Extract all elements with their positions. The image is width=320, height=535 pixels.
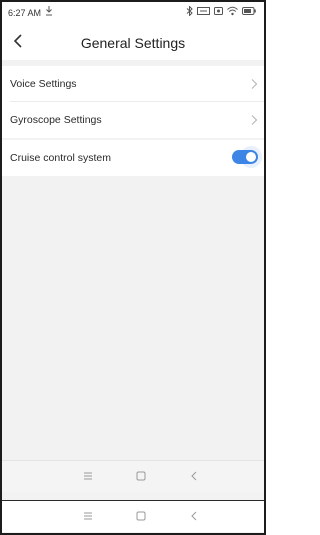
page-title: General Settings — [80, 35, 186, 51]
home-icon[interactable] — [135, 470, 147, 482]
status-bar: 6:27 AM — [2, 2, 264, 24]
gyroscope-settings-label: Gyroscope Settings — [10, 114, 102, 126]
download-icon — [46, 6, 52, 16]
chevron-right-icon — [251, 115, 258, 125]
battery-icon — [242, 7, 256, 15]
status-icons — [186, 6, 256, 16]
gyroscope-settings-row[interactable]: Gyroscope Settings — [2, 102, 264, 138]
chevron-right-icon — [251, 79, 258, 89]
settings-group-cruise: Cruise control system — [2, 140, 264, 176]
header: General Settings — [2, 24, 264, 60]
home-icon[interactable] — [135, 510, 147, 522]
cruise-control-label: Cruise control system — [10, 152, 111, 164]
sim-icon — [214, 7, 223, 15]
status-time: 6:27 AM — [8, 8, 42, 18]
navigation-bar-secondary — [2, 500, 264, 532]
toggle-knob — [246, 152, 256, 162]
menu-icon[interactable] — [82, 470, 94, 482]
voice-settings-label: Voice Settings — [10, 78, 77, 90]
wifi-icon — [227, 6, 238, 16]
bluetooth-icon — [186, 6, 193, 16]
back-icon[interactable] — [188, 510, 200, 522]
phone-screen: 6:27 AM General Settings Voice Settings … — [0, 0, 266, 535]
settings-group-main: Voice Settings Gyroscope Settings — [2, 66, 264, 138]
hd-icon — [197, 7, 210, 15]
voice-settings-row[interactable]: Voice Settings — [2, 66, 264, 102]
cruise-control-row: Cruise control system — [2, 140, 264, 176]
navigation-bar — [2, 460, 264, 492]
back-icon[interactable] — [188, 470, 200, 482]
menu-icon[interactable] — [82, 510, 94, 522]
cruise-control-toggle[interactable] — [232, 146, 262, 168]
